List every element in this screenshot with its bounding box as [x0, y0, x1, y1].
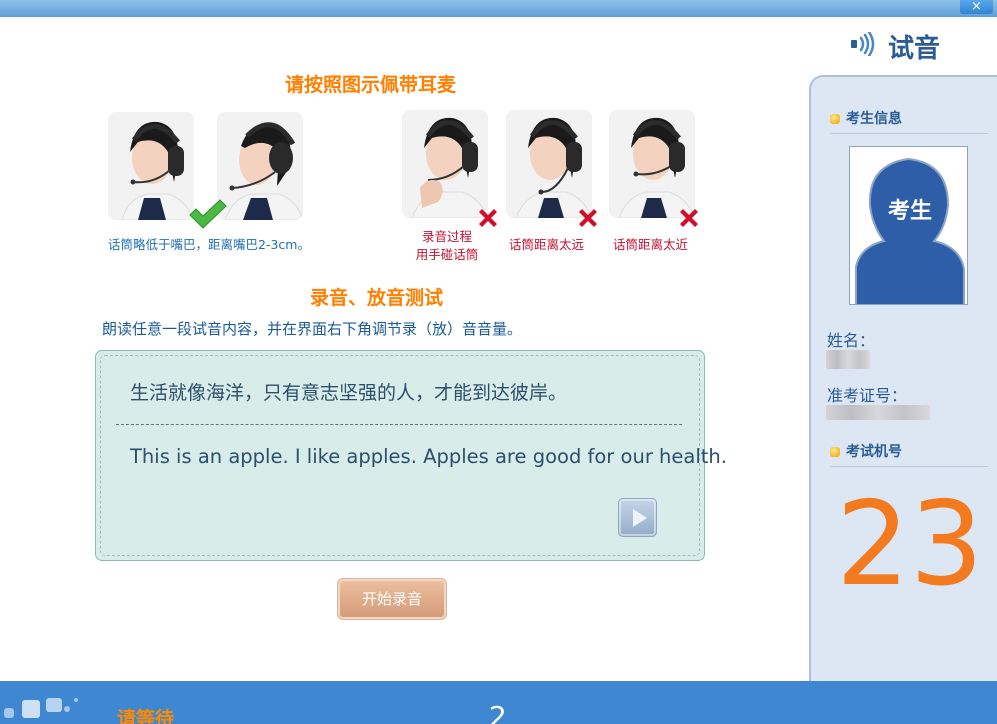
title-bar: [0, 0, 997, 17]
checkmark-icon: [189, 199, 227, 229]
cross-icon: [579, 209, 597, 227]
wrong-caption-close: 话筒距离太近: [613, 237, 689, 252]
machine-number-title: 考试机号: [830, 441, 902, 461]
headset-photo-front: [108, 112, 194, 220]
bullet-icon: [830, 447, 840, 457]
sample-english-text: This is an apple. I like apples. Apples …: [130, 445, 727, 468]
audio-test-screen: × 请按照图示佩带耳麦 话筒略低于嘴巴，距离嘴巴2-3cm。 录音过程 用手碰话…: [0, 0, 997, 724]
close-icon: ×: [971, 0, 982, 14]
candidate-info-title: 考生信息: [830, 108, 902, 128]
wrong-caption-far: 话筒距离太远: [509, 237, 585, 252]
sample-text-box: 生活就像海洋，只有意志坚强的人，才能到达彼岸。 This is an apple…: [95, 350, 727, 561]
headset-photo-too-close: [609, 110, 695, 218]
name-label: 姓名：: [827, 331, 876, 350]
correct-caption: 话筒略低于嘴巴，距离嘴巴2-3cm。: [108, 237, 310, 252]
start-recording-button[interactable]: 开始录音: [337, 578, 447, 620]
avatar-silhouette-icon: [850, 147, 967, 304]
headset-section-title: 请按照图示佩带耳麦: [285, 74, 457, 96]
headset-photo-too-far: [506, 110, 592, 218]
ticket-value-redacted: [826, 405, 930, 420]
bullet-icon: [830, 114, 840, 124]
cross-icon: [479, 209, 497, 227]
machine-number: 23: [836, 477, 984, 612]
play-button[interactable]: [618, 498, 657, 537]
headset-photo-touching: [402, 110, 488, 218]
sample-chinese-text: 生活就像海洋，只有意志坚强的人，才能到达彼岸。: [130, 382, 568, 404]
divider: [116, 424, 682, 425]
test-instruction: 朗读任意一段试音内容，并在界面右下角调节录（放）音音量。: [102, 320, 523, 338]
close-button[interactable]: ×: [960, 0, 993, 14]
headset-photo-side: [217, 112, 303, 220]
name-value-redacted: [826, 350, 870, 369]
test-section-title: 录音、放音测试: [310, 287, 444, 309]
ticket-label: 准考证号：: [827, 386, 908, 405]
cross-icon: [680, 209, 698, 227]
status-label: 请等待: [117, 708, 175, 724]
avatar: 考生: [849, 146, 968, 305]
countdown-value: 2: [489, 700, 507, 724]
sound-wave-icon: [851, 32, 875, 56]
wrong-caption-touch: 录音过程 用手碰话筒: [415, 229, 479, 262]
